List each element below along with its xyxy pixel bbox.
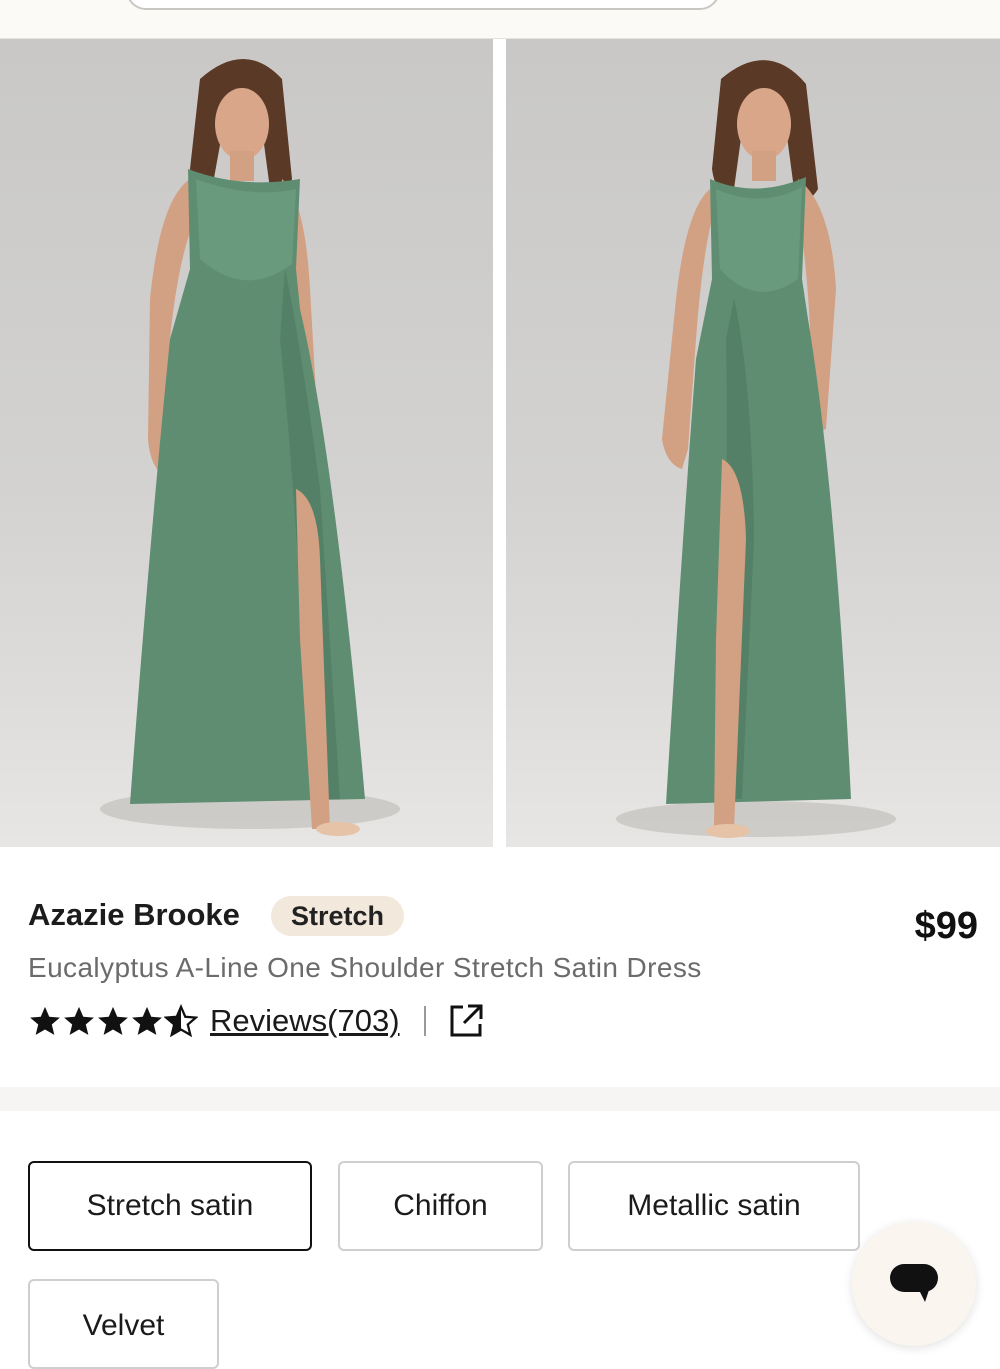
dress-illustration-side: [616, 60, 896, 838]
divider: [423, 1006, 426, 1036]
product-info: Azazie Brooke Stretch $99 Eucalyptus A-L…: [0, 847, 1000, 1087]
star-full-icon: [98, 1006, 128, 1035]
star-full-icon: [30, 1006, 60, 1035]
product-photo-front[interactable]: [0, 39, 493, 847]
section-divider: [0, 1087, 1000, 1111]
stretch-badge: Stretch: [271, 896, 405, 936]
product-gallery: [0, 39, 1000, 847]
product-price: $99: [914, 905, 978, 947]
fabric-option-velvet[interactable]: Velvet: [28, 1279, 219, 1369]
reviews-link[interactable]: Reviews(703): [210, 1003, 400, 1039]
chat-button[interactable]: [852, 1222, 976, 1346]
rating-row: Reviews(703): [28, 999, 484, 1043]
search-input[interactable]: [126, 0, 720, 10]
product-photo-three-quarter[interactable]: [506, 39, 1000, 847]
chat-bubble-icon: [890, 1264, 938, 1302]
top-bar: [0, 0, 1000, 39]
dress-illustration-front: [100, 59, 400, 836]
fabric-option-stretch-satin[interactable]: Stretch satin: [28, 1161, 312, 1251]
product-subtitle: Eucalyptus A-Line One Shoulder Stretch S…: [28, 952, 702, 983]
fabric-option-metallic-satin[interactable]: Metallic satin: [568, 1161, 860, 1251]
product-title: Azazie Brooke: [28, 897, 240, 932]
fabric-option-chiffon[interactable]: Chiffon: [338, 1161, 543, 1251]
rating-stars: [28, 1004, 198, 1038]
star-full-icon: [132, 1006, 162, 1035]
star-half-icon: [164, 1004, 198, 1038]
star-full-icon: [64, 1006, 94, 1035]
external-link-icon[interactable]: [448, 1003, 484, 1039]
